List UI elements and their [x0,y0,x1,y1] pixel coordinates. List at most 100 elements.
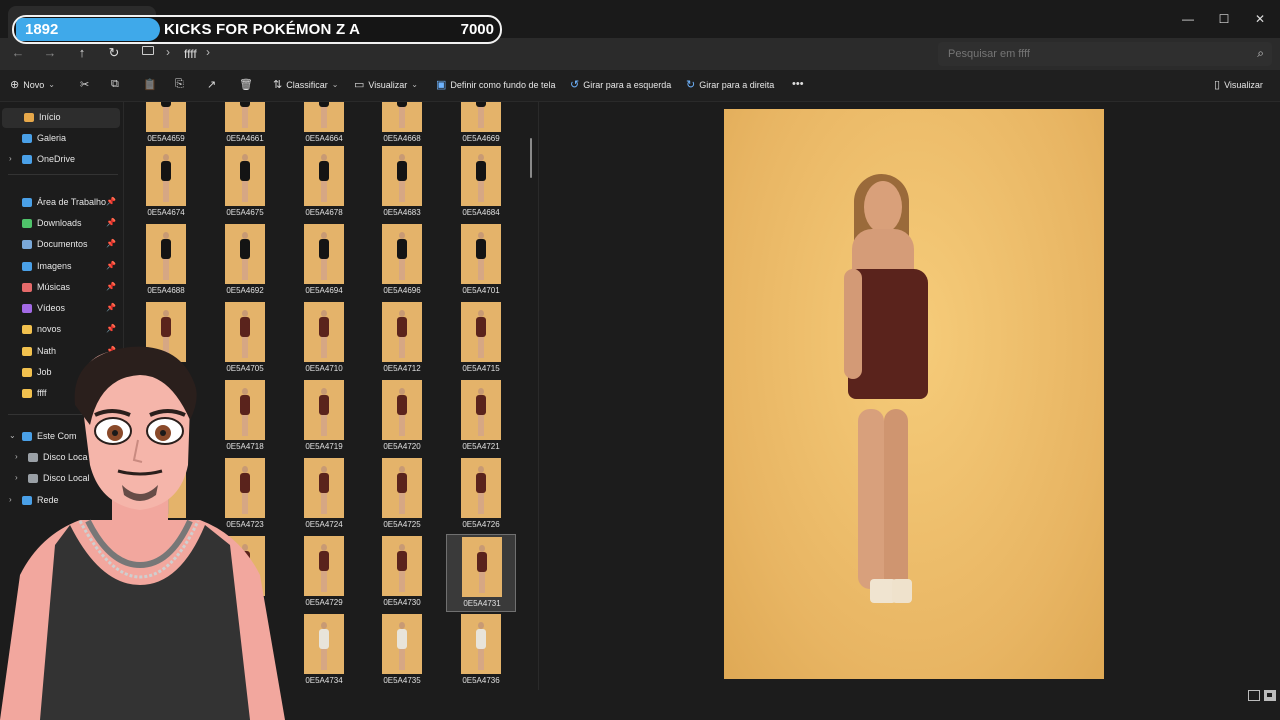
file-item[interactable]: 0E5A4736 [446,612,516,690]
sidebar-item-documentos[interactable]: Documentos 📌 [0,235,122,255]
details-view-icon[interactable] [1248,690,1260,701]
file-item[interactable]: 0E5A4731 [446,534,516,612]
file-item[interactable]: 0E5A4734 [289,612,359,690]
sidebar-item-in-cio[interactable]: Início [2,108,120,128]
pin-icon[interactable]: 📌 [106,282,116,291]
file-item[interactable]: 0E5A4683 [367,144,437,222]
file-name: 0E5A4661 [226,134,264,143]
sort-button[interactable]: ⇅ Classificar ⌄ [273,78,338,91]
file-name: 0E5A4735 [383,676,421,685]
file-item[interactable]: 0E5A4729 [289,534,359,612]
file-item[interactable]: 0E5A4688 [131,222,201,300]
sidebar-item--rea-de-trabalho[interactable]: Área de Trabalho 📌 [0,193,122,213]
new-button[interactable]: ⊕ Novo ⌄ [10,78,55,91]
view-button[interactable]: ▭ Visualizar ⌄ [354,78,418,91]
delete-button[interactable]: 🗑 [239,78,253,91]
file-item[interactable]: 0E5A4720 [367,378,437,456]
rotate-right-label: Girar para a direita [699,79,775,90]
sidebar-item-imagens[interactable]: Imagens 📌 [0,257,122,277]
file-thumbnail [304,458,344,518]
file-item[interactable]: 0E5A4692 [210,222,280,300]
sidebar-item-novos[interactable]: novos 📌 [0,320,122,340]
rename-button[interactable]: ⎘ [175,78,184,91]
file-item[interactable]: 0E5A4661 [210,102,280,148]
sidebar-item-label: novos [37,324,62,334]
file-name: 0E5A4729 [305,598,343,607]
preview-pane-label: Visualizar [1224,79,1263,90]
cut-button[interactable]: ✂ [80,78,89,91]
minimize-button[interactable]: — [1172,0,1204,38]
set-background-button[interactable]: ▣ Definir como fundo de tela [436,78,555,91]
up-arrow-icon[interactable]: ↑ [72,45,92,63]
breadcrumb[interactable]: › ffff › [134,42,924,66]
breadcrumb-separator[interactable]: › [166,45,170,59]
breadcrumb-folder[interactable]: ffff [184,47,197,61]
close-window-button[interactable]: ✕ [1244,0,1276,38]
file-item[interactable]: 0E5A4684 [446,144,516,222]
search-box[interactable]: ⌕ [938,42,1272,66]
refresh-icon[interactable]: ↻ [104,45,124,63]
scrollbar-thumb[interactable] [530,138,532,178]
share-icon: ↗ [207,79,217,91]
sidebar-item-v-deos[interactable]: Vídeos 📌 [0,299,122,319]
maximize-button[interactable]: ☐ [1208,0,1240,38]
file-item[interactable]: 0E5A4674 [131,144,201,222]
more-options-button[interactable]: ••• [792,78,804,90]
pin-icon[interactable]: 📌 [106,261,116,270]
file-item[interactable]: 0E5A4719 [289,378,359,456]
sort-label: Classificar [286,79,328,90]
back-arrow-icon[interactable]: ← [8,45,28,63]
command-bar: ⊕ Novo ⌄ ✂ ⧉ 📋 ⎘ ↗ 🗑 ⇅ Classificar ⌄ ▭ V… [0,70,1280,102]
file-name: 0E5A4659 [147,134,185,143]
share-button[interactable]: ↗ [207,78,216,91]
pin-icon[interactable]: 📌 [106,239,116,248]
file-item[interactable]: 0E5A4659 [131,102,201,148]
file-thumbnail [146,146,186,206]
paste-button[interactable]: 📋 [143,78,157,91]
file-item[interactable]: 0E5A4712 [367,300,437,378]
file-item[interactable]: 0E5A4721 [446,378,516,456]
sidebar-item-galeria[interactable]: Galeria [0,129,122,149]
expand-chevron-icon[interactable]: › [9,154,12,163]
search-input[interactable] [948,46,1238,62]
folder-icon [22,325,32,334]
view-label: Visualizar [368,79,408,90]
sidebar-item-onedrive[interactable]: › OneDrive [0,150,122,170]
file-item[interactable]: 0E5A4675 [210,144,280,222]
breadcrumb-separator[interactable]: › [206,45,210,59]
pin-icon[interactable]: 📌 [106,197,116,206]
large-icons-view-icon[interactable] [1264,690,1276,701]
sidebar-item-downloads[interactable]: Downloads 📌 [0,214,122,234]
pin-icon[interactable]: 📌 [106,303,116,312]
preview-pane-button[interactable]: ▯ Visualizar [1214,78,1263,91]
file-item[interactable]: 0E5A4725 [367,456,437,534]
file-name: 0E5A4688 [147,286,185,295]
sidebar-item-label: Músicas [37,282,71,292]
forward-arrow-icon[interactable]: → [40,45,60,63]
file-item[interactable]: 0E5A4726 [446,456,516,534]
sidebar-item-m-sicas[interactable]: Músicas 📌 [0,278,122,298]
rotate-right-button[interactable]: ↻ Girar para a direita [686,78,774,91]
search-icon[interactable]: ⌕ [1257,46,1264,61]
pin-icon[interactable]: 📌 [106,324,116,333]
copy-button[interactable]: ⧉ [111,78,119,91]
chevron-down-icon: ⌄ [411,80,418,89]
file-item[interactable]: 0E5A4669 [446,102,516,148]
rotate-left-button[interactable]: ↺ Girar para a esquerda [570,78,671,91]
file-item[interactable]: 0E5A4696 [367,222,437,300]
file-item[interactable]: 0E5A4724 [289,456,359,534]
computer-icon[interactable] [142,46,154,55]
file-item[interactable]: 0E5A4710 [289,300,359,378]
pin-icon[interactable]: 📌 [106,218,116,227]
file-item[interactable]: 0E5A4694 [289,222,359,300]
file-item[interactable]: 0E5A4715 [446,300,516,378]
file-item[interactable]: 0E5A4735 [367,612,437,690]
file-item[interactable]: 0E5A4701 [446,222,516,300]
file-thumbnail [382,458,422,518]
file-item[interactable]: 0E5A4678 [289,144,359,222]
photo-arm [844,269,862,379]
file-item[interactable]: 0E5A4730 [367,534,437,612]
file-item[interactable]: 0E5A4668 [367,102,437,148]
desktop-icon [22,198,32,207]
file-item[interactable]: 0E5A4664 [289,102,359,148]
